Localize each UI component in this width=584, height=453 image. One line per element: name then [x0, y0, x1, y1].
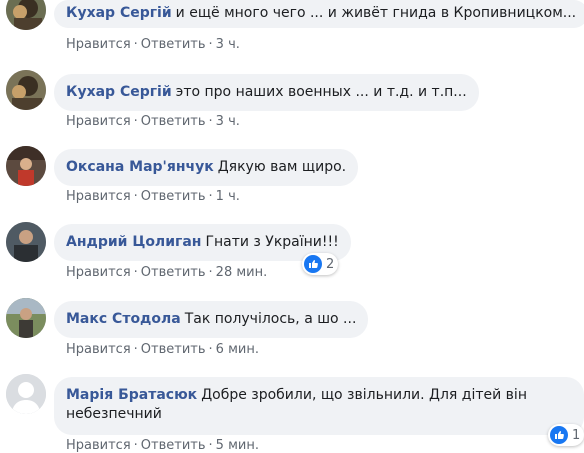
comment-bubble: Оксана Мар'янчук Дякую вам щиро.: [54, 149, 359, 186]
comment-author[interactable]: Оксана Мар'янчук: [66, 159, 214, 175]
separator: ·: [208, 342, 213, 357]
avatar[interactable]: [6, 70, 46, 110]
separator: ·: [133, 37, 138, 52]
timestamp[interactable]: 1 ч.: [216, 189, 240, 204]
like-link[interactable]: Нравится: [66, 265, 131, 280]
avatar-photo-icon: [6, 298, 46, 338]
like-reaction-icon: [304, 255, 322, 273]
separator: ·: [133, 342, 138, 357]
comment-bubble: Кухар Сергій это про наших военных ... и …: [54, 74, 479, 111]
reaction-badge[interactable]: 2: [302, 253, 339, 275]
separator: ·: [208, 189, 213, 204]
reply-link[interactable]: Ответить: [141, 438, 206, 453]
avatar-photo-icon: [6, 70, 46, 110]
avatar[interactable]: [6, 298, 46, 338]
reaction-count: 1: [572, 427, 581, 443]
separator: ·: [133, 438, 138, 453]
reply-link[interactable]: Ответить: [141, 114, 206, 129]
comment-actions: Нравится · Ответить · 6 мин.: [66, 342, 259, 357]
like-link[interactable]: Нравится: [66, 37, 131, 52]
comment-author[interactable]: Макс Стодола: [66, 311, 181, 327]
like-link[interactable]: Нравится: [66, 438, 131, 453]
comment-bubble: Макс Стодола Так получілось, а шо ...: [54, 301, 369, 338]
like-link[interactable]: Нравится: [66, 114, 131, 129]
comment-text: Дякую вам щиро.: [217, 159, 347, 175]
default-avatar-icon: [6, 374, 46, 414]
comment-text: это про наших военных ... и т.д. и т.п..…: [175, 84, 467, 100]
comment-author[interactable]: Кухар Сергій: [66, 5, 172, 21]
reply-link[interactable]: Ответить: [141, 189, 206, 204]
comment-author[interactable]: Марія Братасюк: [66, 387, 197, 403]
like-reaction-icon: [550, 426, 568, 444]
separator: ·: [208, 114, 213, 129]
avatar-photo-icon: [6, 146, 46, 186]
comment-bubble: Марія Братасюк Добре зробили, що звільнил…: [54, 377, 584, 435]
avatar-photo-icon: [6, 222, 46, 262]
separator: ·: [208, 37, 213, 52]
comment-actions: Нравится · Ответить · 3 ч.: [66, 37, 240, 52]
separator: ·: [133, 265, 138, 280]
like-link[interactable]: Нравится: [66, 189, 131, 204]
avatar[interactable]: [6, 146, 46, 186]
separator: ·: [133, 114, 138, 129]
comment-actions: Нравится · Ответить · 5 мин.: [66, 438, 259, 453]
comment-author[interactable]: Кухар Сергій: [66, 84, 172, 100]
reaction-count: 2: [326, 256, 335, 272]
comment-text: Так получілось, а шо ...: [184, 311, 357, 327]
separator: ·: [208, 438, 213, 453]
reaction-badge[interactable]: 1: [548, 424, 584, 446]
reply-link[interactable]: Ответить: [141, 342, 206, 357]
comment-bubble: Кухар Сергій и ещё много чего ... и живёт…: [54, 0, 584, 28]
avatar-photo-icon: [6, 0, 46, 30]
comment-text: и ещё много чего ... и живёт гнида в Кро…: [175, 5, 577, 21]
comment-actions: Нравится · Ответить · 3 ч.: [66, 114, 240, 129]
timestamp[interactable]: 6 мин.: [216, 342, 259, 357]
avatar[interactable]: [6, 0, 46, 30]
timestamp[interactable]: 3 ч.: [216, 37, 240, 52]
separator: ·: [208, 265, 213, 280]
comment-text: Гнати з України!!!: [205, 234, 339, 250]
avatar[interactable]: [6, 374, 46, 414]
like-link[interactable]: Нравится: [66, 342, 131, 357]
avatar[interactable]: [6, 222, 46, 262]
timestamp[interactable]: 3 ч.: [216, 114, 240, 129]
comment-actions: Нравится · Ответить · 28 мин.: [66, 265, 267, 280]
reply-link[interactable]: Ответить: [141, 265, 206, 280]
comment-actions: Нравится · Ответить · 1 ч.: [66, 189, 240, 204]
timestamp[interactable]: 5 мин.: [216, 438, 259, 453]
reply-link[interactable]: Ответить: [141, 37, 206, 52]
timestamp[interactable]: 28 мин.: [216, 265, 268, 280]
comment-author[interactable]: Андрий Цолиган: [66, 234, 201, 250]
separator: ·: [133, 189, 138, 204]
